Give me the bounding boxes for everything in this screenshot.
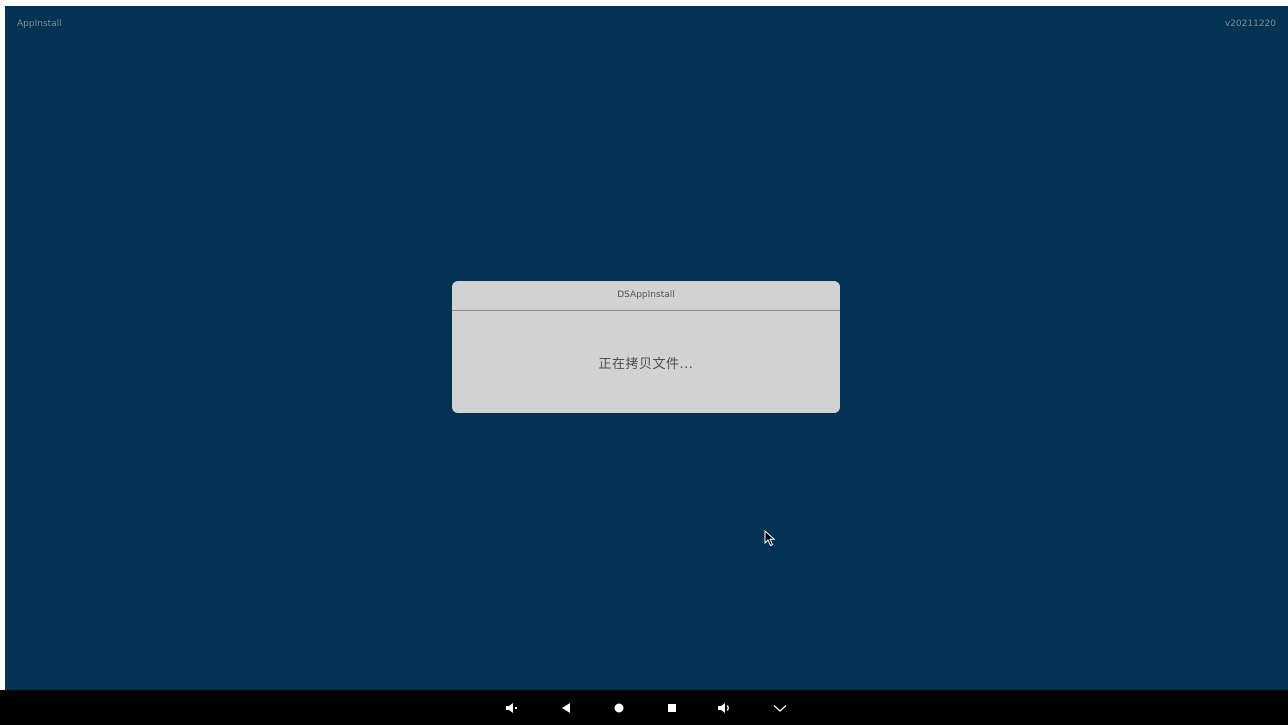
home-icon: [614, 703, 624, 712]
app-version: v20211220: [1224, 19, 1276, 29]
mouse-cursor-icon: [764, 529, 776, 551]
progress-dialog: DSAppInstall 正在拷贝文件...: [452, 281, 840, 413]
volume-up-icon: [718, 702, 729, 713]
volume-up-button[interactable]: [710, 690, 740, 725]
screen: AppInstall v20211220 DSAppInstall 正在拷贝文件…: [0, 0, 1288, 725]
home-button[interactable]: [604, 690, 634, 725]
chevron-down-icon: [773, 704, 787, 712]
volume-down-button[interactable]: [497, 690, 527, 725]
recents-button[interactable]: [657, 690, 687, 725]
recents-icon: [668, 703, 676, 712]
back-icon: [562, 702, 570, 713]
navigation-bar: [0, 690, 1288, 725]
app-window: AppInstall v20211220 DSAppInstall 正在拷贝文件…: [5, 6, 1288, 690]
dialog-title: DSAppInstall: [452, 281, 840, 311]
dialog-message: 正在拷贝文件...: [598, 357, 694, 372]
volume-down-icon: [506, 702, 517, 713]
back-button[interactable]: [551, 690, 581, 725]
collapse-button[interactable]: [765, 690, 795, 725]
app-name: AppInstall: [17, 19, 62, 29]
